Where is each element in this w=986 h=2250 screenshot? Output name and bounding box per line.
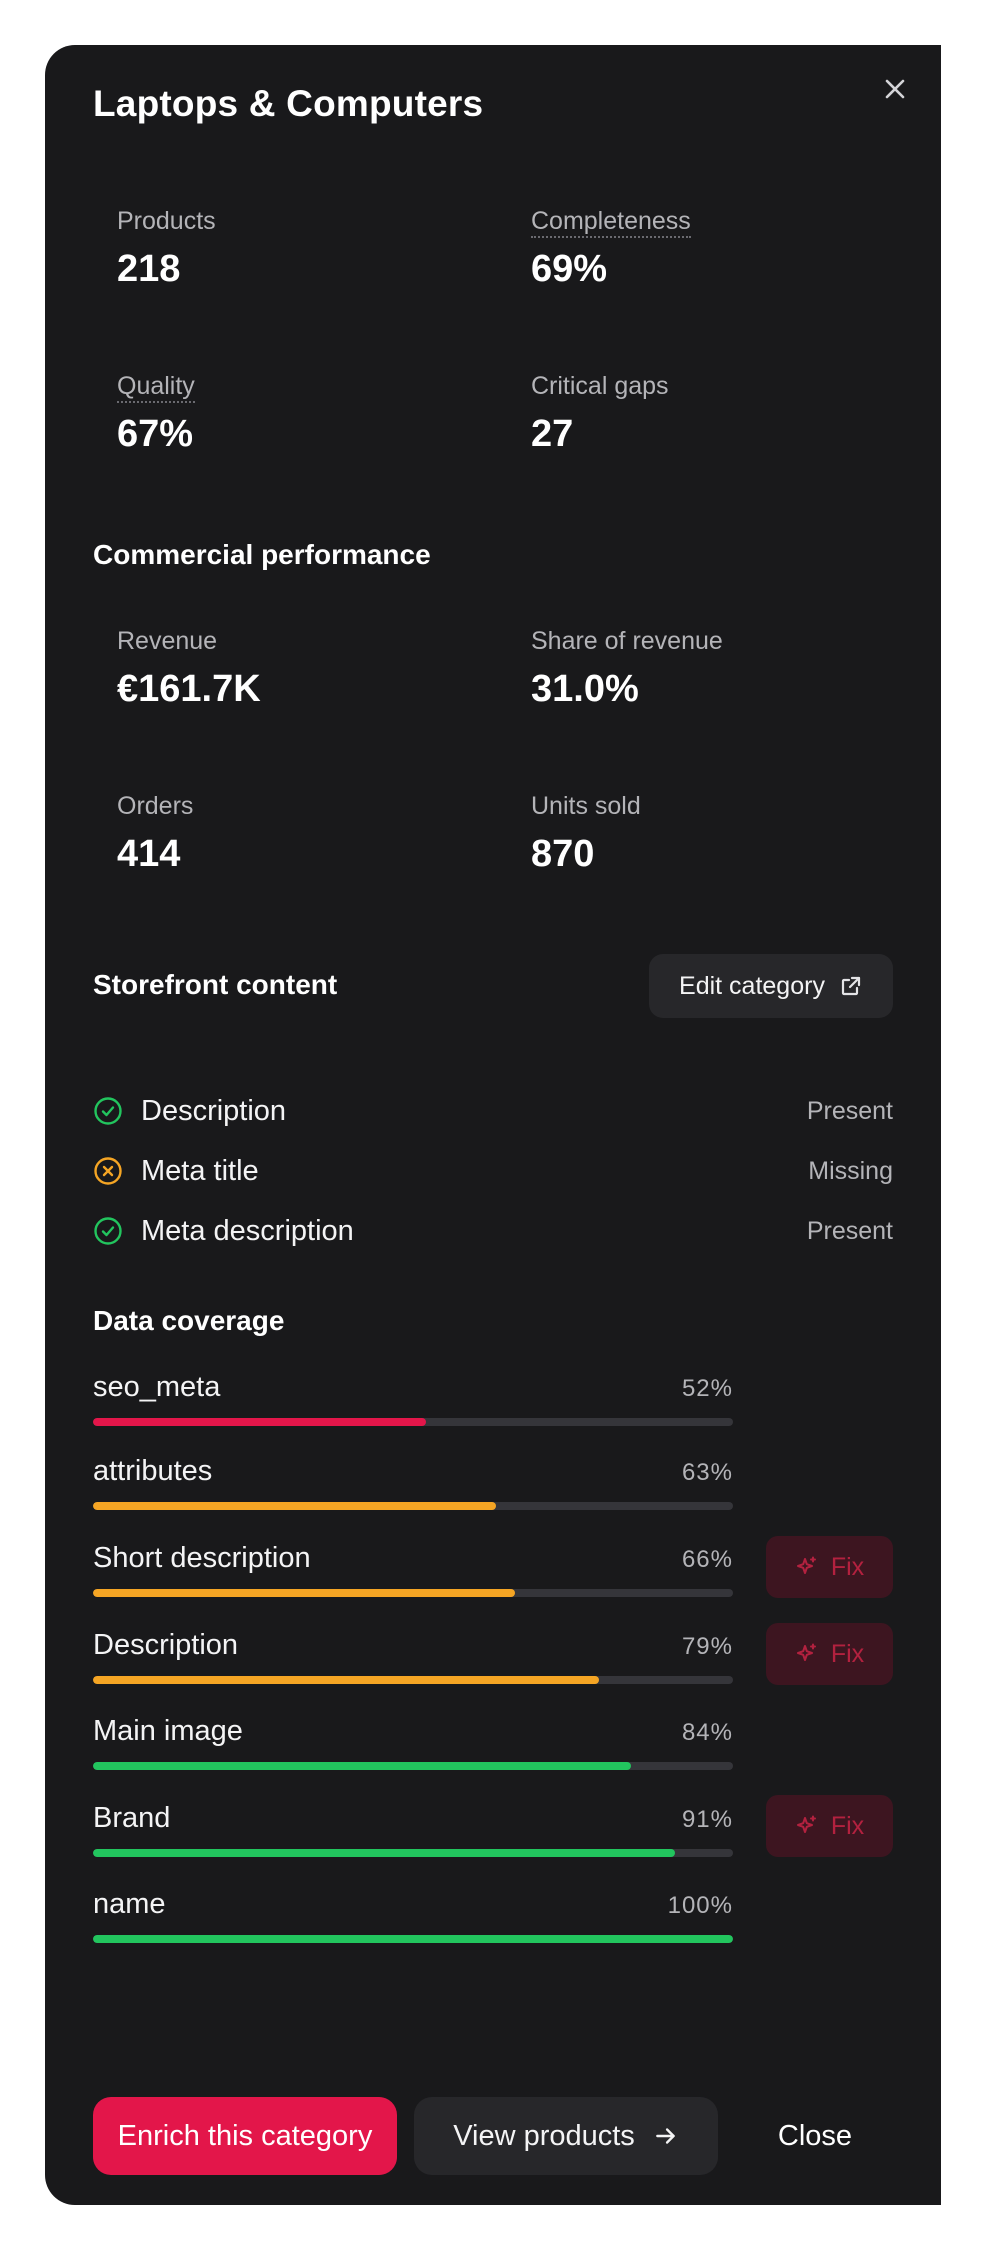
- external-link-icon: [841, 976, 861, 996]
- enrich-category-button[interactable]: Enrich this category: [93, 2097, 397, 2175]
- coverage-label: Main image: [93, 1715, 243, 1747]
- stat-label: Critical gaps: [531, 372, 669, 400]
- coverage-bar: [93, 1589, 733, 1597]
- stat-label: Revenue: [117, 627, 218, 655]
- coverage-bar-fill: [93, 1762, 631, 1770]
- stat-label: Products: [117, 207, 216, 235]
- coverage-bar: [93, 1502, 733, 1510]
- coverage-bar: [93, 1935, 733, 1943]
- fix-brand-button[interactable]: Fix: [766, 1795, 893, 1857]
- edit-category-button[interactable]: Edit category: [649, 954, 893, 1018]
- arrow-right-icon: [655, 2128, 675, 2144]
- coverage-bar-fill: [93, 1935, 733, 1943]
- commercial-section-title: Commercial performance: [93, 539, 431, 570]
- fix-label: Fix: [830, 1811, 865, 1840]
- stat-value: €161.7K: [117, 668, 261, 710]
- stat-revenue: Revenue €161.7K: [117, 627, 261, 711]
- coverage-row: seo_meta 52%: [93, 1371, 733, 1426]
- stat-value: 870: [531, 833, 595, 875]
- view-products-label: View products: [453, 2119, 635, 2152]
- storefront-item-status: Present: [806, 1216, 893, 1245]
- coverage-label: name: [93, 1888, 166, 1920]
- fix-label: Fix: [830, 1552, 865, 1581]
- stat-label[interactable]: Completeness: [531, 207, 691, 238]
- coverage-percent: 66%: [681, 1546, 733, 1573]
- fix-short-description-button[interactable]: Fix: [766, 1536, 893, 1598]
- category-detail-panel: Laptops & Computers Products 218 Complet…: [45, 45, 941, 2205]
- coverage-row: Main image 84%: [93, 1715, 733, 1770]
- storefront-item-label: Meta title: [141, 1154, 259, 1187]
- coverage-bar-fill: [93, 1502, 497, 1510]
- panel-title: Laptops & Computers: [93, 83, 484, 124]
- coverage-label: Description: [93, 1629, 239, 1661]
- close-button[interactable]: Close: [737, 2097, 893, 2175]
- coverage-bar: [93, 1418, 733, 1426]
- stat-value: 69%: [531, 248, 608, 290]
- stat-value: 218: [117, 248, 181, 290]
- fix-label: Fix: [830, 1639, 865, 1668]
- coverage-percent: 91%: [681, 1806, 733, 1833]
- stat-value: 414: [117, 833, 181, 875]
- coverage-label: attributes: [93, 1455, 213, 1487]
- stat-label: Units sold: [531, 792, 641, 820]
- coverage-bar: [93, 1676, 733, 1684]
- storefront-item-status: Present: [806, 1096, 893, 1125]
- storefront-item-status: Missing: [808, 1156, 893, 1185]
- close-label: Close: [777, 2119, 853, 2152]
- stat-completeness: Completeness 69%: [531, 207, 691, 291]
- stat-label: Share of revenue: [531, 627, 723, 655]
- stat-units-sold: Units sold 870: [531, 792, 641, 876]
- stat-quality: Quality 67%: [117, 372, 195, 456]
- coverage-bar: [93, 1849, 733, 1857]
- coverage-row: Brand 91%: [93, 1802, 733, 1857]
- coverage-percent: 63%: [681, 1459, 733, 1486]
- stat-share-of-revenue: Share of revenue 31.0%: [531, 627, 723, 711]
- stat-label[interactable]: Quality: [117, 372, 195, 403]
- coverage-percent: 52%: [681, 1375, 733, 1402]
- close-icon[interactable]: [875, 69, 915, 109]
- coverage-row: Description 79%: [93, 1629, 733, 1684]
- storefront-item-label: Description: [141, 1094, 287, 1127]
- coverage-label: seo_meta: [93, 1371, 221, 1403]
- coverage-bar-fill: [93, 1849, 676, 1857]
- storefront-item-meta-title: Meta title Missing: [93, 1151, 893, 1191]
- coverage-percent: 84%: [681, 1719, 733, 1746]
- coverage-label: Brand: [93, 1802, 171, 1834]
- coverage-bar-fill: [93, 1676, 599, 1684]
- sparkles-icon: [796, 1556, 816, 1574]
- stat-value: 31.0%: [531, 668, 639, 710]
- coverage-row: Short description 66%: [93, 1542, 733, 1597]
- check-circle-icon: [94, 1217, 122, 1245]
- check-circle-icon: [94, 1097, 122, 1125]
- view-products-button[interactable]: View products: [414, 2097, 718, 2175]
- coverage-bar-fill: [93, 1418, 426, 1426]
- stat-label: Orders: [117, 792, 194, 820]
- fix-description-button[interactable]: Fix: [766, 1623, 893, 1685]
- storefront-item-label: Meta description: [141, 1214, 354, 1247]
- stat-critical-gaps: Critical gaps 27: [531, 372, 669, 456]
- storefront-item-meta-description: Meta description Present: [93, 1211, 893, 1251]
- coverage-row: attributes 63%: [93, 1455, 733, 1510]
- sparkles-icon: [796, 1815, 816, 1833]
- coverage-label: Short description: [93, 1542, 311, 1574]
- coverage-percent: 79%: [681, 1633, 733, 1660]
- coverage-bar: [93, 1762, 733, 1770]
- coverage-row: name 100%: [93, 1888, 733, 1943]
- sparkles-icon: [796, 1643, 816, 1661]
- stat-products: Products 218: [117, 207, 216, 291]
- coverage-section-title: Data coverage: [93, 1305, 285, 1336]
- storefront-item-description: Description Present: [93, 1091, 893, 1131]
- coverage-bar-fill: [93, 1589, 516, 1597]
- storefront-section-title: Storefront content: [93, 969, 338, 1000]
- stat-orders: Orders 414: [117, 792, 193, 876]
- stat-value: 67%: [117, 413, 194, 455]
- enrich-label: Enrich this category: [117, 2119, 373, 2152]
- stat-value: 27: [531, 413, 574, 455]
- x-circle-icon: [94, 1157, 122, 1185]
- coverage-percent: 100%: [667, 1892, 733, 1919]
- edit-category-label: Edit category: [679, 971, 825, 1000]
